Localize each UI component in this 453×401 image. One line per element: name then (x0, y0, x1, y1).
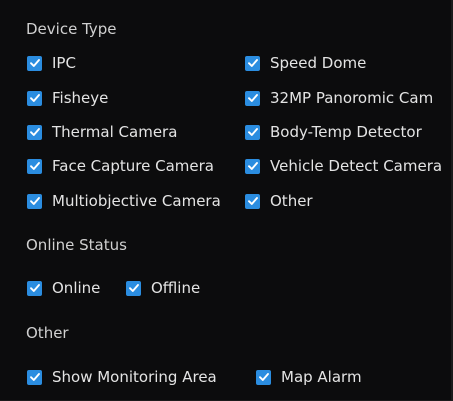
checkbox-label: Online (52, 279, 101, 297)
checkmark-icon (245, 158, 260, 174)
checkbox-thermal-camera[interactable]: Thermal Camera (27, 122, 177, 142)
section-title-device-type: Device Type (26, 20, 117, 38)
checkbox-speed-dome[interactable]: Speed Dome (245, 53, 366, 73)
section-title-other: Other (26, 324, 69, 342)
checkbox-label: IPC (52, 54, 76, 72)
checkmark-icon (27, 369, 42, 385)
checkbox-ipc[interactable]: IPC (27, 53, 76, 73)
checkmark-icon (27, 55, 42, 71)
checkmark-icon (27, 90, 42, 106)
checkbox-label: Face Capture Camera (52, 157, 214, 175)
checkbox-fisheye[interactable]: Fisheye (27, 88, 108, 108)
checkbox-map-alarm[interactable]: Map Alarm (256, 367, 362, 387)
checkbox-32mp-panoromic-cam[interactable]: 32MP Panoromic Cam (245, 88, 433, 108)
checkbox-label: 32MP Panoromic Cam (270, 89, 434, 107)
checkbox-label: Map Alarm (281, 368, 362, 386)
checkbox-face-capture-camera[interactable]: Face Capture Camera (27, 156, 214, 176)
checkbox-offline[interactable]: Offline (126, 278, 200, 298)
checkmark-icon (126, 280, 141, 296)
checkmark-icon (27, 124, 42, 140)
checkbox-vehicle-detect-camera[interactable]: Vehicle Detect Camera (245, 156, 442, 176)
checkmark-icon (245, 90, 260, 106)
checkbox-label: Body-Temp Detector (270, 123, 422, 141)
filter-panel: Device Type IPC Fisheye Thermal Camera F… (0, 0, 453, 401)
checkmark-icon (27, 158, 42, 174)
checkbox-body-temp-detector[interactable]: Body-Temp Detector (245, 122, 422, 142)
checkbox-show-monitoring-area[interactable]: Show Monitoring Area (27, 367, 217, 387)
checkbox-label: Vehicle Detect Camera (270, 157, 443, 175)
checkbox-multiobjective-camera[interactable]: Multiobjective Camera (27, 191, 221, 211)
checkbox-label: Other (270, 192, 313, 210)
checkmark-icon (27, 280, 42, 296)
checkbox-label: Offline (151, 279, 201, 297)
checkmark-icon (256, 369, 271, 385)
checkmark-icon (245, 193, 260, 209)
checkbox-label: Thermal Camera (52, 123, 178, 141)
checkbox-label: Fisheye (52, 89, 109, 107)
checkbox-label: Show Monitoring Area (52, 368, 217, 386)
checkbox-label: Speed Dome (270, 54, 367, 72)
checkbox-other-device[interactable]: Other (245, 191, 313, 211)
checkmark-icon (245, 55, 260, 71)
checkbox-label: Multiobjective Camera (52, 192, 221, 210)
checkmark-icon (245, 124, 260, 140)
checkbox-online[interactable]: Online (27, 278, 100, 298)
checkmark-icon (27, 193, 42, 209)
section-title-online-status: Online Status (26, 236, 127, 254)
